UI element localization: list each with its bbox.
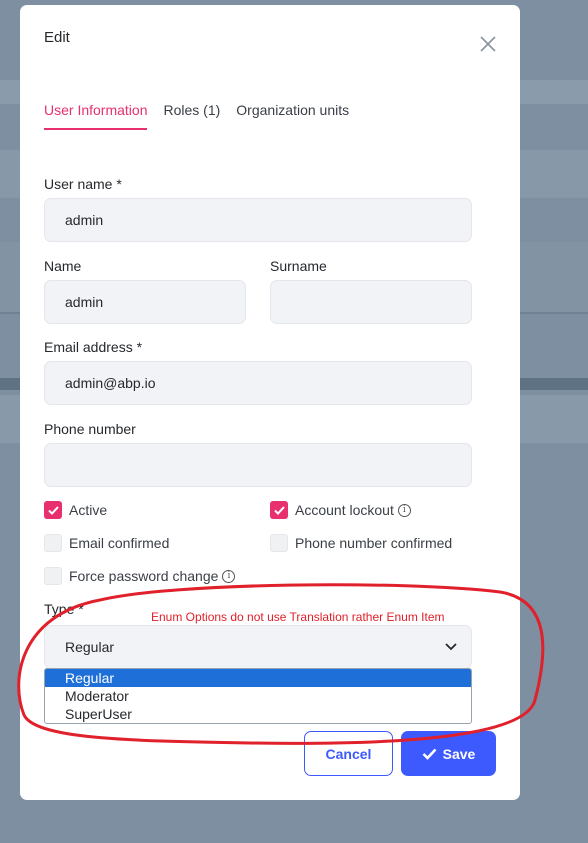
phone-input[interactable] — [44, 443, 472, 487]
email-confirmed-checkbox-row: Email confirmed — [44, 534, 169, 552]
active-checkbox[interactable] — [44, 501, 62, 519]
username-label: User name * — [44, 176, 122, 192]
checkmark-icon — [47, 505, 59, 515]
checkmark-icon — [273, 505, 285, 515]
edit-user-modal: Edit User Information Roles (1) Organiza… — [20, 5, 520, 800]
email-label: Email address * — [44, 339, 143, 355]
annotation-note: Enum Options do not use Translation rath… — [151, 610, 445, 624]
save-button[interactable]: Save — [401, 731, 496, 776]
chevron-down-icon — [445, 643, 457, 651]
account-lockout-label: Account lockout — [295, 502, 394, 518]
phone-confirmed-label: Phone number confirmed — [295, 535, 453, 551]
phone-confirmed-checkbox-row: Phone number confirmed — [270, 534, 452, 552]
account-lockout-checkbox-row: Account lockout i — [270, 501, 411, 519]
modal-title: Edit — [44, 29, 70, 46]
info-icon[interactable]: i — [222, 569, 236, 583]
type-option-moderator[interactable]: Moderator — [45, 687, 471, 705]
surname-label: Surname — [270, 258, 327, 274]
email-input[interactable]: admin@abp.io — [44, 361, 472, 405]
type-dropdown-list: Regular Moderator SuperUser — [44, 668, 472, 724]
force-password-change-label: Force password change — [69, 568, 219, 584]
tab-bar: User Information Roles (1) Organization … — [44, 102, 365, 130]
info-icon[interactable]: i — [397, 503, 411, 517]
force-password-change-checkbox[interactable] — [44, 567, 62, 585]
force-password-change-checkbox-row: Force password change i — [44, 567, 236, 585]
account-lockout-checkbox[interactable] — [270, 501, 288, 519]
phone-label: Phone number — [44, 421, 136, 437]
email-confirmed-label: Email confirmed — [69, 535, 170, 551]
type-label: Type * — [44, 601, 84, 617]
username-input[interactable]: admin — [44, 198, 472, 242]
close-icon[interactable] — [479, 35, 497, 53]
email-confirmed-checkbox[interactable] — [44, 534, 62, 552]
name-input[interactable]: admin — [44, 280, 246, 324]
type-option-regular[interactable]: Regular — [45, 669, 471, 687]
tab-roles[interactable]: Roles (1) — [163, 102, 220, 130]
type-option-superuser[interactable]: SuperUser — [45, 705, 471, 723]
active-label: Active — [69, 502, 108, 518]
type-select[interactable]: Regular — [44, 625, 472, 669]
name-label: Name — [44, 258, 82, 274]
type-select-value: Regular — [65, 639, 115, 655]
save-label: Save — [442, 745, 476, 762]
surname-input[interactable] — [270, 280, 472, 324]
phone-confirmed-checkbox[interactable] — [270, 534, 288, 552]
checkmark-icon — [422, 748, 437, 760]
tab-user-information[interactable]: User Information — [44, 102, 148, 130]
cancel-button[interactable]: Cancel — [304, 731, 393, 776]
active-checkbox-row: Active — [44, 501, 107, 519]
tab-organization-units[interactable]: Organization units — [236, 102, 349, 130]
